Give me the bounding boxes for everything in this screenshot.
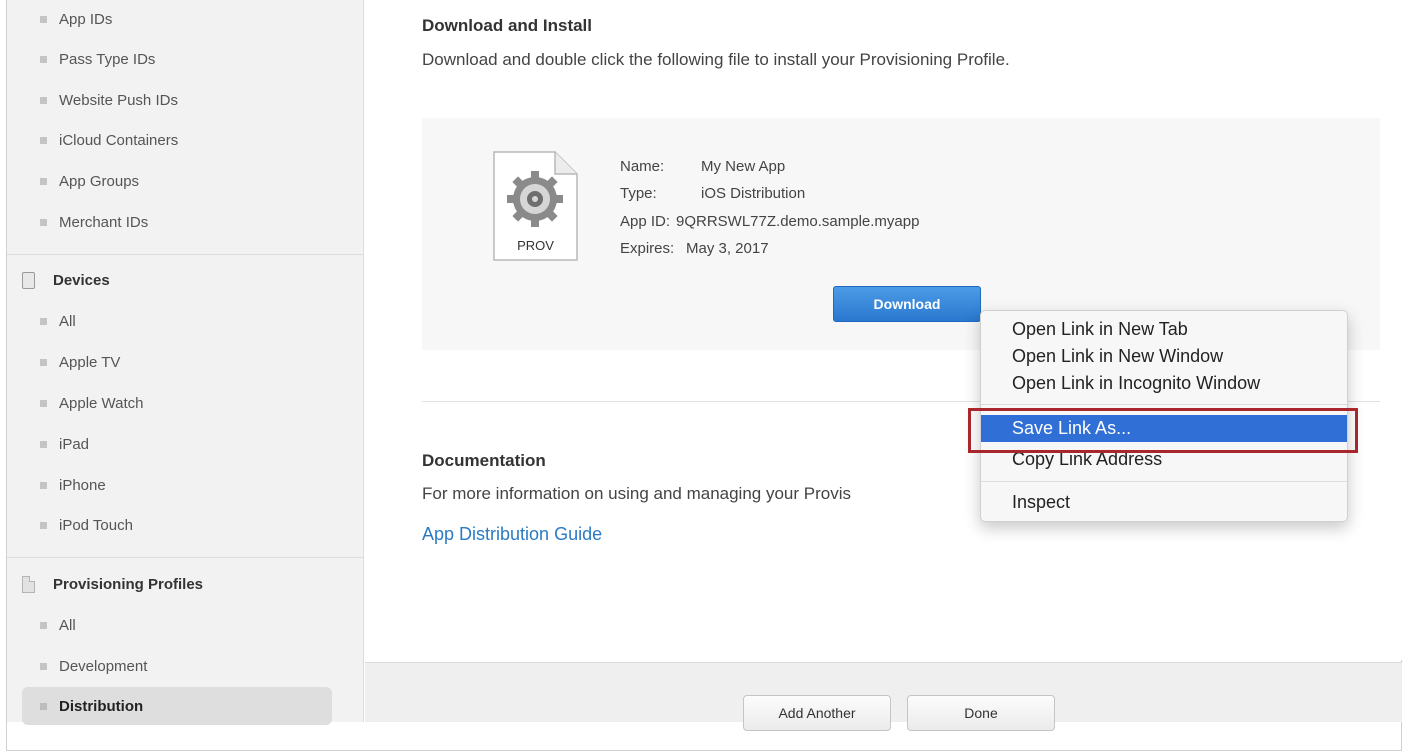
bullet-icon bbox=[40, 399, 47, 407]
document-icon bbox=[22, 575, 35, 593]
sidebar-item-label: Website Push IDs bbox=[59, 91, 178, 109]
sidebar-item-label: iPod Touch bbox=[59, 516, 133, 534]
bullet-icon bbox=[40, 15, 47, 23]
menu-item-open-incognito[interactable]: Open Link in Incognito Window bbox=[981, 370, 1347, 397]
sidebar-item-website-push-ids[interactable]: Website Push IDs bbox=[22, 83, 332, 117]
sidebar-item-profiles-all[interactable]: All bbox=[22, 608, 332, 642]
sidebar-item-app-groups[interactable]: App Groups bbox=[22, 164, 332, 198]
sidebar-item-label: Pass Type IDs bbox=[59, 50, 156, 68]
sidebar-item-apple-tv[interactable]: Apple TV bbox=[22, 345, 332, 379]
sidebar-item-label: Apple TV bbox=[59, 353, 121, 371]
section-title: Provisioning Profiles bbox=[53, 575, 204, 593]
bullet-icon bbox=[40, 440, 47, 448]
sidebar-item-label: Development bbox=[59, 657, 148, 675]
sidebar-item-distribution[interactable]: Distribution bbox=[22, 687, 332, 725]
documentation-text: For more information on using and managi… bbox=[422, 484, 851, 503]
bullet-icon bbox=[40, 481, 47, 489]
download-description: Download and double click the following … bbox=[422, 50, 1010, 69]
bullet-icon bbox=[40, 96, 47, 104]
documentation-title: Documentation bbox=[422, 451, 546, 470]
name-value: My New App bbox=[701, 158, 786, 175]
menu-item-inspect[interactable]: Inspect bbox=[981, 489, 1347, 516]
bullet-icon bbox=[40, 702, 47, 710]
app-id-value: 9QRRSWL77Z.demo.sample.myapp bbox=[676, 213, 920, 230]
sidebar-item-label: All bbox=[59, 312, 76, 330]
sidebar-item-label: iPad bbox=[59, 435, 90, 453]
sidebar-item-label: App Groups bbox=[59, 172, 140, 190]
done-button[interactable]: Done bbox=[907, 695, 1055, 731]
type-label: Type: bbox=[620, 185, 657, 202]
sidebar-item-label: Apple Watch bbox=[59, 394, 144, 412]
sidebar-item-ipad[interactable]: iPad bbox=[22, 427, 332, 461]
sidebar-item-iphone[interactable]: iPhone bbox=[22, 468, 332, 502]
sidebar-divider bbox=[7, 254, 363, 255]
sidebar-item-label: App IDs bbox=[59, 10, 113, 28]
bullet-icon bbox=[40, 621, 47, 629]
bullet-icon bbox=[40, 358, 47, 366]
sidebar-item-label: iPhone bbox=[59, 476, 106, 494]
menu-separator bbox=[981, 404, 1347, 405]
name-label: Name: bbox=[620, 158, 665, 175]
sidebar-item-merchant-ids[interactable]: Merchant IDs bbox=[22, 205, 332, 239]
device-icon bbox=[22, 271, 35, 289]
highlight-annotation-box bbox=[968, 408, 1358, 453]
expires-value: May 3, 2017 bbox=[686, 240, 769, 257]
sidebar-item-label: Distribution bbox=[59, 697, 144, 715]
sidebar-item-apple-watch[interactable]: Apple Watch bbox=[22, 386, 332, 420]
bullet-icon bbox=[40, 218, 47, 226]
sidebar-item-ipod-touch[interactable]: iPod Touch bbox=[22, 508, 332, 542]
sidebar-section-devices: Devices bbox=[22, 263, 332, 297]
sidebar-section-provisioning-profiles: Provisioning Profiles bbox=[22, 567, 332, 601]
sidebar-item-development[interactable]: Development bbox=[22, 649, 332, 683]
app-distribution-guide-link[interactable]: App Distribution Guide bbox=[422, 524, 602, 545]
sidebar-item-label: All bbox=[59, 616, 76, 634]
sidebar-item-app-ids[interactable]: App IDs bbox=[22, 2, 332, 36]
download-title: Download and Install bbox=[422, 16, 593, 35]
menu-separator bbox=[981, 481, 1347, 482]
menu-item-open-new-tab[interactable]: Open Link in New Tab bbox=[981, 316, 1347, 343]
sidebar-item-devices-all[interactable]: All bbox=[22, 304, 332, 338]
sidebar-item-icloud-containers[interactable]: iCloud Containers bbox=[22, 123, 332, 157]
bullet-icon bbox=[40, 136, 47, 144]
type-value: iOS Distribution bbox=[701, 185, 806, 202]
sidebar-item-label: iCloud Containers bbox=[59, 131, 179, 149]
menu-item-open-new-window[interactable]: Open Link in New Window bbox=[981, 343, 1347, 370]
bullet-icon bbox=[40, 521, 47, 529]
add-another-button[interactable]: Add Another bbox=[743, 695, 891, 731]
section-title: Devices bbox=[53, 271, 110, 289]
sidebar-item-pass-type-ids[interactable]: Pass Type IDs bbox=[22, 42, 332, 76]
bullet-icon bbox=[40, 177, 47, 185]
sidebar-divider bbox=[7, 557, 363, 558]
expires-label: Expires: bbox=[620, 240, 675, 257]
app-id-label: App ID: bbox=[620, 213, 671, 230]
download-button[interactable]: Download bbox=[833, 286, 981, 322]
sidebar-item-label: Merchant IDs bbox=[59, 213, 149, 231]
file-type-label: PROV bbox=[517, 238, 554, 253]
bullet-icon bbox=[40, 317, 47, 325]
bullet-icon bbox=[40, 55, 47, 63]
bullet-icon bbox=[40, 662, 47, 670]
